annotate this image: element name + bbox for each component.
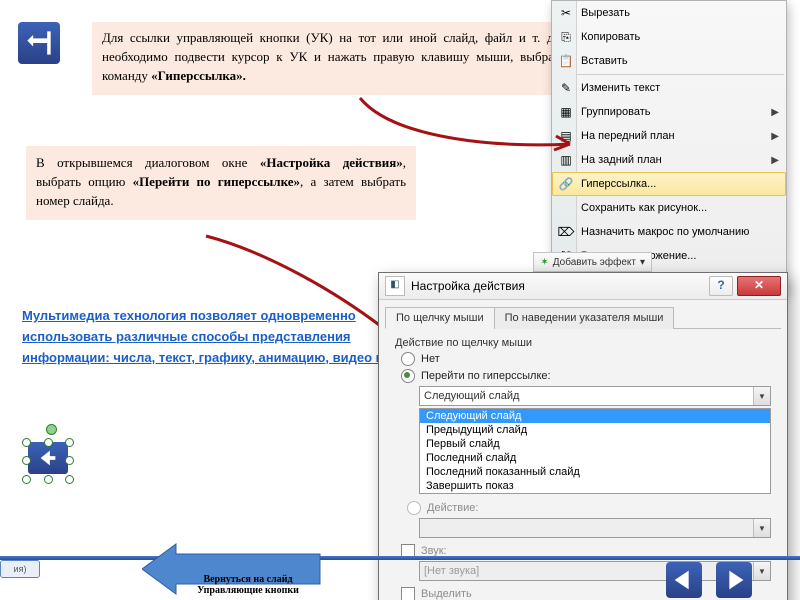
context-menu-item[interactable]: ⌦Назначить макрос по умолчанию [552,220,786,244]
context-menu-item[interactable]: Сохранить как рисунок... [552,196,786,220]
hyperlink-combo[interactable]: Следующий слайд▼ [419,386,771,406]
submenu-arrow-icon: ▶ [771,155,779,166]
dialog-title: Настройка действия [411,279,709,293]
group-label: Действие по щелчку мыши [395,337,771,349]
selected-action-button-shape[interactable] [22,432,74,484]
context-menu-item[interactable]: ⎘Копировать [552,25,786,49]
list-item[interactable]: Первый слайд [420,437,770,451]
menu-icon: ⌦ [557,223,575,241]
option-none[interactable]: Нет [401,352,771,366]
tab-on-hover[interactable]: По наведении указателя мыши [494,307,675,329]
context-menu[interactable]: ✂Вырезать⎘Копировать📋Вставить ✎Изменить т… [551,0,787,293]
menu-icon: ✂ [557,4,575,22]
dialog-icon: ◧ [385,276,405,296]
option-action: Действие: [407,501,478,515]
nav-prev-button[interactable] [666,562,702,598]
menu-icon: 🔗 [557,175,575,193]
slide-footer-bar [0,556,800,560]
context-menu-item[interactable]: ▦Группировать▶ [552,100,786,124]
context-menu-item[interactable]: ▤На передний план▶ [552,124,786,148]
menu-icon: ⎘ [557,28,575,46]
context-menu-item[interactable]: ✎Изменить текст [552,76,786,100]
chevron-down-icon: ▾ [640,257,645,268]
return-arrow-label: Вернуться на слайд Управляющие кнопки [188,574,308,596]
instruction-box-1: Для ссылки управляющей кнопки (УК) на то… [92,22,570,95]
list-item[interactable]: Завершить показ [420,479,770,493]
footer-tag: ия) [0,560,40,578]
arrow-to-context-menu [354,90,584,160]
chevron-down-icon: ▼ [753,387,770,405]
rotate-handle[interactable] [46,424,57,435]
list-item[interactable]: Последний показанный слайд [420,465,770,479]
para1-bold: «Гиперссылка». [151,68,246,83]
hyperlink-target-list[interactable]: Следующий слайдПредыдущий слайдПервый сл… [419,408,771,494]
context-menu-item[interactable]: 🔗Гиперссылка... [552,172,786,196]
submenu-arrow-icon: ▶ [771,107,779,118]
context-menu-item[interactable]: ✂Вырезать [552,1,786,25]
menu-icon: 📋 [557,52,575,70]
context-menu-item[interactable]: ▥На задний план▶ [552,148,786,172]
add-effect-dropdown[interactable]: ✶ Добавить эффект ▾ [533,252,652,272]
submenu-arrow-icon: ▶ [771,131,779,142]
nav-next-button[interactable] [716,562,752,598]
tab-on-click[interactable]: По щелчку мыши [385,307,495,329]
context-menu-item[interactable]: 📋Вставить [552,49,786,73]
action-combo: ▼ [419,518,771,538]
option-hyperlink[interactable]: Перейти по гиперссылке: [401,369,771,383]
star-icon: ✶ [540,257,548,268]
action-settings-dialog: ◧ Настройка действия ? ✕ По щелчку мыши … [378,272,788,600]
list-item[interactable]: Последний слайд [420,451,770,465]
list-item[interactable]: Следующий слайд [420,409,770,423]
dialog-help-button[interactable]: ? [709,276,733,296]
nav-back-top-button[interactable] [18,22,60,64]
list-item[interactable]: Предыдущий слайд [420,423,770,437]
dialog-close-button[interactable]: ✕ [737,276,781,296]
